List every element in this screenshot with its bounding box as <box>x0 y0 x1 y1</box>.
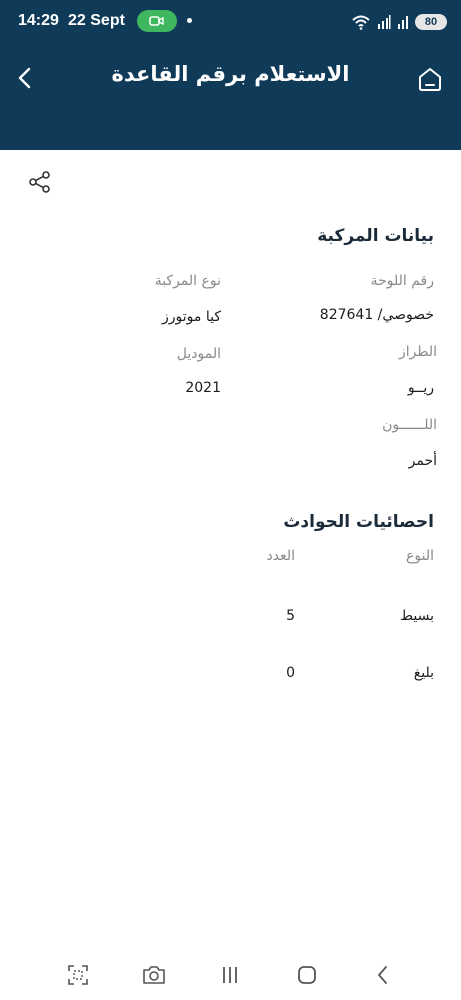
brand-value: ريــو <box>407 380 434 396</box>
recent-apps-button[interactable] <box>217 962 243 988</box>
battery-level: 80 <box>424 16 438 28</box>
status-time: 14:29 <box>18 12 59 29</box>
system-navigation-bar <box>0 950 461 1000</box>
accident-type-cell: بليغ <box>413 665 434 681</box>
status-date: 22 Sept <box>68 12 125 29</box>
model-value: 2021 <box>185 380 221 396</box>
scan-icon <box>68 965 88 985</box>
app-header: 14:29 22 Sept 80 الاستعلام برقم القاعدة <box>0 0 461 150</box>
plate-value: خصوصي/ 827641 <box>319 307 434 323</box>
notification-dot-icon <box>187 18 192 23</box>
scan-button[interactable] <box>65 962 91 988</box>
back-button[interactable] <box>12 64 40 92</box>
accident-count-header: العدد <box>266 548 296 564</box>
recent-apps-icon <box>223 967 237 983</box>
signal-2-icon <box>398 16 408 29</box>
brand-label: الطراز <box>398 344 437 360</box>
accident-count-cell: 0 <box>286 665 295 681</box>
vehicle-section-title: بيانات المركبة <box>317 226 434 246</box>
share-button[interactable] <box>28 170 52 194</box>
video-call-icon <box>149 16 164 26</box>
vehicle-type-value: كيا موتورز <box>162 309 221 325</box>
home-button[interactable] <box>417 66 443 92</box>
page-title: الاستعلام برقم القاعدة <box>111 62 350 86</box>
accidents-section-title: احصائيات الحوادث <box>283 512 434 532</box>
battery-icon: 80 <box>415 14 447 30</box>
camera-icon <box>143 966 165 984</box>
share-icon <box>29 171 50 193</box>
model-label: الموديل <box>176 346 221 362</box>
back-nav-button[interactable] <box>370 962 396 988</box>
color-value: أحمر <box>408 453 437 469</box>
signal-icon <box>378 15 391 29</box>
wifi-icon <box>352 15 370 30</box>
active-call-indicator[interactable] <box>137 10 177 32</box>
color-label: اللــــــون <box>382 417 437 433</box>
home-nav-button[interactable] <box>294 962 320 988</box>
accident-count-cell: 5 <box>286 608 295 624</box>
accident-type-header: النوع <box>406 548 434 564</box>
camera-button[interactable] <box>141 962 167 988</box>
back-nav-icon <box>378 966 387 984</box>
chevron-left-icon <box>18 67 31 89</box>
plate-label: رقم اللوحة <box>370 273 434 289</box>
home-nav-icon <box>298 966 316 984</box>
status-bar: 14:29 22 Sept 80 <box>0 0 461 44</box>
title-bar: الاستعلام برقم القاعدة <box>0 50 461 106</box>
accident-type-cell: بسيط <box>400 608 434 624</box>
status-icons: 80 <box>351 12 447 32</box>
home-icon <box>419 68 441 91</box>
vehicle-type-label: نوع المركبة <box>154 273 221 289</box>
